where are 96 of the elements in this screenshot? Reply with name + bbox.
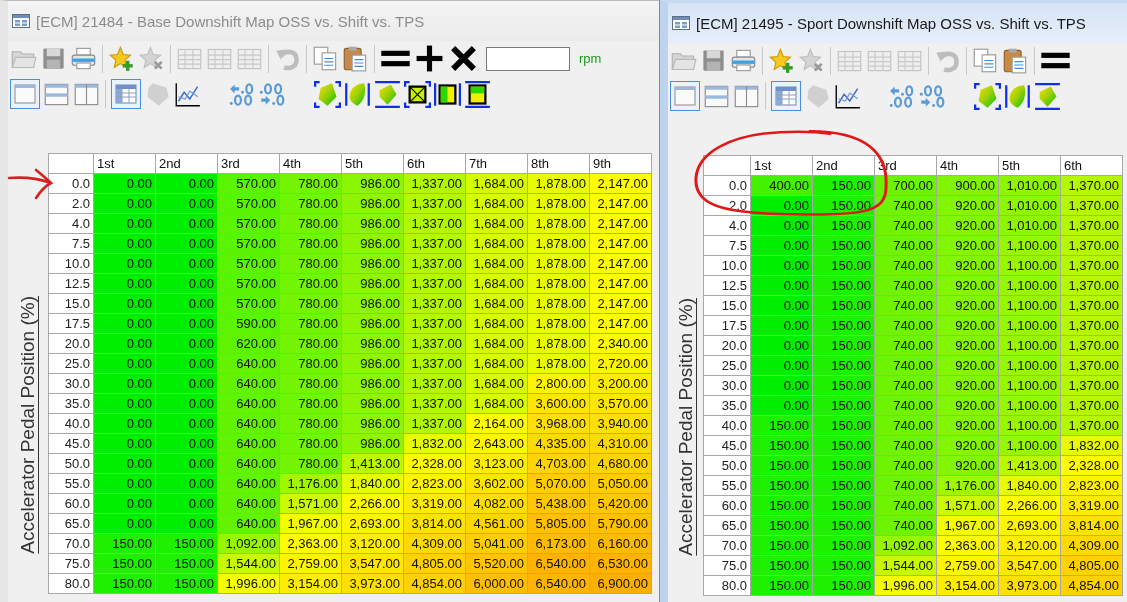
axis-label: Accelerator Pedal Position (%) xyxy=(674,298,697,556)
window-title: [ECM] 21495 - Sport Downshift Map OSS vs. Shift vs. TPS xyxy=(696,14,1086,32)
split-square-icon[interactable] xyxy=(434,80,461,108)
gradient-shape-icon[interactable] xyxy=(374,80,401,108)
row-header: 45.0 xyxy=(703,435,751,456)
times-icon[interactable] xyxy=(448,43,479,74)
row-header: 25.0 xyxy=(48,353,94,374)
row-header: 40.0 xyxy=(48,413,94,434)
row-header: 10.0 xyxy=(703,255,751,276)
row-header: 50.0 xyxy=(703,455,751,476)
row-header: 17.5 xyxy=(48,313,94,334)
row-header: 65.0 xyxy=(48,513,94,534)
row-header: 12.5 xyxy=(703,275,751,296)
row-header: 12.5 xyxy=(48,273,94,294)
row-header: 45.0 xyxy=(48,433,94,454)
floppy-icon[interactable] xyxy=(700,47,727,74)
decimal-arrow-icon[interactable] xyxy=(889,82,916,110)
window-app-icon xyxy=(12,14,30,28)
row-header: 40.0 xyxy=(703,415,751,436)
row-header: 4.0 xyxy=(48,213,94,234)
column-header: 2nd xyxy=(812,155,875,176)
line-chart-icon[interactable] xyxy=(174,80,201,108)
row-header: 50.0 xyxy=(48,453,94,474)
row-header: 2.0 xyxy=(48,193,94,214)
column-header: 3rd xyxy=(217,153,280,174)
column-header: 6th xyxy=(1060,155,1123,176)
decimal-arrow-icon[interactable] xyxy=(229,80,256,108)
row-header: 15.0 xyxy=(703,295,751,316)
row-header: 20.0 xyxy=(48,333,94,354)
star-x-icon[interactable] xyxy=(798,47,825,74)
crossed-square-icon[interactable] xyxy=(404,80,431,108)
row-header: 30.0 xyxy=(703,375,751,396)
column-header: 4th xyxy=(936,155,999,176)
framed-square-icon[interactable] xyxy=(464,80,491,108)
row-header: 75.0 xyxy=(703,555,751,576)
column-header: 5th xyxy=(341,153,404,174)
column-header: 1st xyxy=(750,155,813,176)
copy-icon[interactable] xyxy=(972,47,999,74)
row-header: 80.0 xyxy=(703,575,751,596)
line-chart-icon[interactable] xyxy=(834,82,861,110)
row-header: 7.5 xyxy=(48,233,94,254)
decimal-arrow-icon[interactable] xyxy=(259,80,286,108)
printer-icon[interactable] xyxy=(730,47,757,74)
clipboard-icon[interactable] xyxy=(1002,47,1029,74)
row-header: 7.5 xyxy=(703,235,751,256)
gradient-shape-icon[interactable] xyxy=(1004,82,1031,110)
arrow-annotation xyxy=(6,166,54,202)
row-header: 55.0 xyxy=(703,475,751,496)
gradient-shape-icon[interactable] xyxy=(974,82,1001,110)
row-header: 20.0 xyxy=(703,335,751,356)
gradient-shape-icon[interactable] xyxy=(344,80,371,108)
gradient-shape-icon[interactable] xyxy=(1034,82,1061,110)
column-header: 6th xyxy=(403,153,466,174)
column-header: 2nd xyxy=(155,153,218,174)
star-plus-icon[interactable] xyxy=(768,47,795,74)
grid-icon[interactable] xyxy=(111,79,141,109)
row-header: 65.0 xyxy=(703,515,751,536)
row-header: 60.0 xyxy=(48,493,94,514)
row-header: 25.0 xyxy=(703,355,751,376)
row-header: 4.0 xyxy=(703,215,751,236)
floppy-icon[interactable] xyxy=(40,45,67,72)
row-header: 15.0 xyxy=(48,293,94,314)
value-field[interactable] xyxy=(486,46,570,71)
clipboard-icon[interactable] xyxy=(342,45,369,72)
row-header: 80.0 xyxy=(48,573,94,594)
copy-icon[interactable] xyxy=(312,45,339,72)
star-x-icon[interactable] xyxy=(138,45,165,72)
window-app-icon xyxy=(672,16,690,30)
column-header: 1st xyxy=(93,153,156,174)
row-header: 0.0 xyxy=(703,175,751,196)
column-header: 4th xyxy=(279,153,342,174)
axis-label: Accelerator Pedal Position (%) xyxy=(17,296,39,554)
star-plus-icon[interactable] xyxy=(108,45,135,72)
column-header: 5th xyxy=(998,155,1061,176)
window-title: [ECM] 21484 - Base Downshift Map OSS vs. Shift vs. TPS xyxy=(36,12,425,30)
gradient-shape-icon[interactable] xyxy=(314,80,341,108)
plus-icon[interactable] xyxy=(414,43,445,74)
column-header: 8th xyxy=(527,153,590,174)
row-header: 60.0 xyxy=(703,495,751,516)
unit-label: rpm xyxy=(579,51,602,66)
printer-icon[interactable] xyxy=(70,45,97,72)
row-header: 35.0 xyxy=(48,393,94,414)
window-icon[interactable] xyxy=(670,81,700,111)
decimal-arrow-icon[interactable] xyxy=(919,82,946,110)
column-header: 9th xyxy=(589,153,652,174)
row-header: 75.0 xyxy=(48,553,94,574)
row-header: 35.0 xyxy=(703,395,751,416)
row-header: 30.0 xyxy=(48,373,94,394)
row-header: 70.0 xyxy=(48,533,94,554)
window-icon[interactable] xyxy=(10,79,40,109)
row-header: 70.0 xyxy=(703,535,751,556)
grid-icon[interactable] xyxy=(771,81,801,111)
row-header: 55.0 xyxy=(48,473,94,494)
row-header: 17.5 xyxy=(703,315,751,336)
row-header: 10.0 xyxy=(48,253,94,274)
column-header: 7th xyxy=(465,153,528,174)
